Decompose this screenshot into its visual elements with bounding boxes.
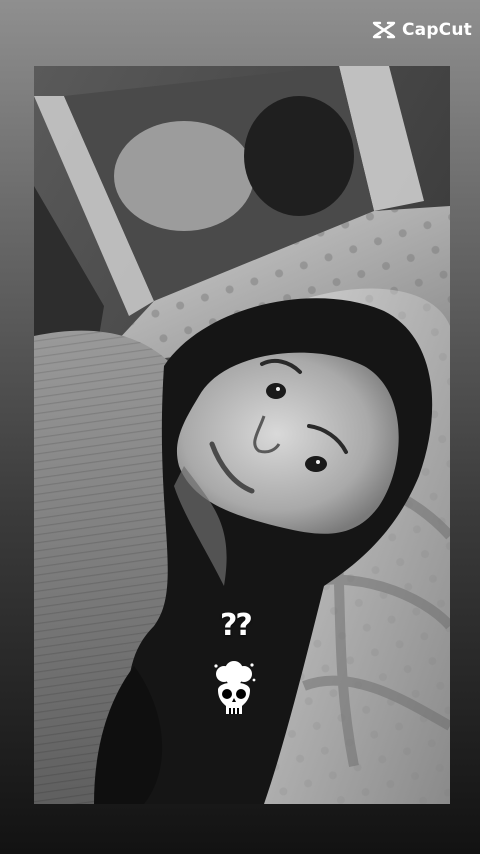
capcut-logo-icon xyxy=(372,21,396,39)
capcut-watermark: CapCut xyxy=(372,20,472,40)
exploding-head-skull-icon xyxy=(210,660,258,729)
question-marks-sticker: ?? xyxy=(220,608,253,643)
capcut-brand-text: CapCut xyxy=(401,20,472,40)
story-screen: CapCut ?? xyxy=(0,0,480,854)
